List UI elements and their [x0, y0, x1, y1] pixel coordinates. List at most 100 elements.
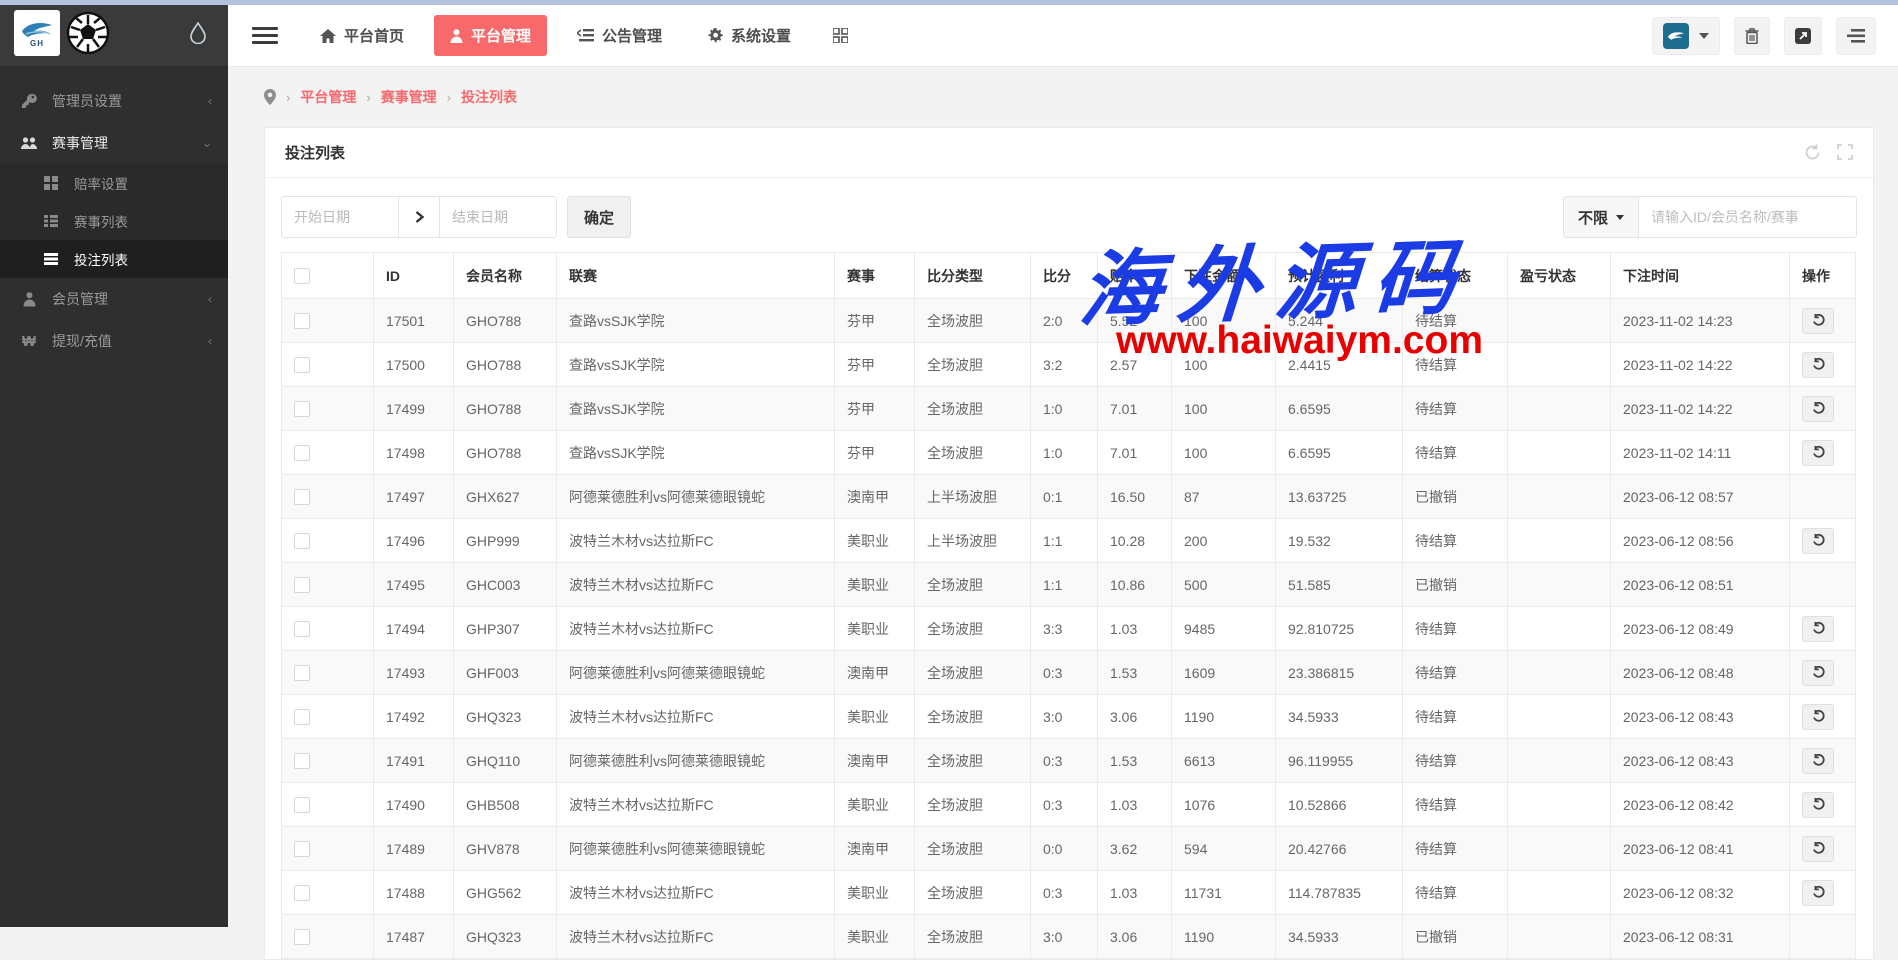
key-icon — [18, 93, 40, 109]
cell-score-type: 全场波胆 — [915, 387, 1031, 431]
sidebar-item-bet-list[interactable]: 投注列表 — [0, 240, 228, 278]
row-checkbox[interactable] — [294, 665, 310, 681]
row-checkbox[interactable] — [294, 401, 310, 417]
revoke-action-button[interactable] — [1802, 836, 1834, 862]
sidebar-item-match-management[interactable]: 赛事管理 ⌄ — [0, 122, 228, 164]
caret-down-icon — [1699, 33, 1709, 39]
revoke-action-button[interactable] — [1802, 660, 1834, 686]
revoke-action-button[interactable] — [1802, 396, 1834, 422]
apps-grid-icon[interactable] — [821, 18, 860, 53]
breadcrumb-link-platform[interactable]: 平台管理 — [300, 87, 356, 107]
cell-member-name: GHB508 — [454, 783, 557, 827]
sidebar-item-match-list[interactable]: 赛事列表 — [0, 202, 228, 240]
row-checkbox[interactable] — [294, 489, 310, 505]
cell-league: 阿德莱德胜利vs阿德莱德眼镜蛇 — [557, 827, 835, 871]
row-checkbox[interactable] — [294, 313, 310, 329]
revoke-action-button[interactable] — [1802, 704, 1834, 730]
revoke-action-button[interactable] — [1802, 880, 1834, 906]
start-date-input[interactable] — [281, 196, 399, 238]
row-checkbox[interactable] — [294, 753, 310, 769]
fullscreen-icon[interactable] — [1837, 144, 1853, 161]
revoke-action-button[interactable] — [1802, 528, 1834, 554]
nav-item-announcement-management[interactable]: 公告管理 — [561, 15, 678, 56]
external-link-button[interactable] — [1784, 17, 1822, 55]
date-range-arrow-button[interactable] — [399, 196, 439, 238]
cell-bet-time: 2023-11-02 14:11 — [1611, 431, 1790, 475]
table-row: 17499 GHO788 查路vsSJK学院 芬甲 全场波胆 1:0 7.01 … — [282, 387, 1856, 431]
cell-league: 查路vsSJK学院 — [557, 343, 835, 387]
row-checkbox[interactable] — [294, 797, 310, 813]
account-avatar — [1663, 23, 1689, 49]
refresh-icon[interactable] — [1804, 144, 1821, 161]
end-date-input[interactable] — [439, 196, 557, 238]
cell-settle-status: 待结算 — [1403, 827, 1508, 871]
cell-id: 17490 — [374, 783, 454, 827]
row-checkbox[interactable] — [294, 577, 310, 593]
trash-button[interactable] — [1734, 17, 1770, 55]
hamburger-menu-icon[interactable] — [252, 23, 278, 48]
cell-settle-status: 已撤销 — [1403, 915, 1508, 959]
row-checkbox[interactable] — [294, 841, 310, 857]
cell-league: 查路vsSJK学院 — [557, 387, 835, 431]
announcement-list-icon — [577, 29, 594, 43]
col-header-pl-status: 盈亏状态 — [1508, 253, 1611, 299]
table-row: 17497 GHX627 阿德莱德胜利vs阿德莱德眼镜蛇 澳南甲 上半场波胆 0… — [282, 475, 1856, 519]
table-row: 17490 GHB508 波特兰木材vs达拉斯FC 美职业 全场波胆 0:3 1… — [282, 783, 1856, 827]
revoke-action-button[interactable] — [1802, 748, 1834, 774]
external-link-icon — [1795, 28, 1811, 44]
bars-icon — [1847, 29, 1865, 43]
cell-score: 0:3 — [1031, 871, 1098, 915]
panel-toggle-button[interactable] — [1836, 17, 1876, 55]
cell-expected-profit: 34.5933 — [1276, 915, 1403, 959]
breadcrumb-link-match[interactable]: 赛事管理 — [381, 87, 437, 107]
cell-event: 美职业 — [835, 695, 915, 739]
cell-odds: 3.62 — [1098, 827, 1172, 871]
nav-item-system-settings[interactable]: 系统设置 — [692, 15, 807, 56]
account-dropdown-button[interactable] — [1652, 17, 1720, 55]
revoke-action-button[interactable] — [1802, 792, 1834, 818]
sidebar-item-odds-settings[interactable]: 赔率设置 — [0, 164, 228, 202]
breadcrumb-link-bet-list[interactable]: 投注列表 — [461, 87, 517, 107]
cell-odds: 1.03 — [1098, 607, 1172, 651]
cell-league: 阿德莱德胜利vs阿德莱德眼镜蛇 — [557, 475, 835, 519]
confirm-button[interactable]: 确定 — [567, 196, 631, 238]
row-checkbox[interactable] — [294, 885, 310, 901]
row-checkbox[interactable] — [294, 357, 310, 373]
cell-bet-amount: 1190 — [1172, 695, 1276, 739]
revoke-action-button[interactable] — [1802, 352, 1834, 378]
select-all-checkbox[interactable] — [294, 268, 310, 284]
row-checkbox[interactable] — [294, 533, 310, 549]
nav-item-platform-home[interactable]: 平台首页 — [304, 15, 420, 56]
home-icon — [320, 29, 336, 43]
table-row: 17498 GHO788 查路vsSJK学院 芬甲 全场波胆 1:0 7.01 … — [282, 431, 1856, 475]
table-row: 17492 GHQ323 波特兰木材vs达拉斯FC 美职业 全场波胆 3:0 3… — [282, 695, 1856, 739]
cell-member-name: GHC003 — [454, 563, 557, 607]
cell-pl-status — [1508, 519, 1611, 563]
trash-icon — [1745, 28, 1759, 44]
cell-score: 0:3 — [1031, 651, 1098, 695]
cell-id: 17492 — [374, 695, 454, 739]
sidebar-item-label: 赔率设置 — [74, 173, 128, 193]
nav-item-platform-management[interactable]: 平台管理 — [434, 15, 547, 56]
scope-dropdown-button[interactable]: 不限 — [1563, 196, 1639, 238]
row-checkbox[interactable] — [294, 709, 310, 725]
bet-list-card: 投注列表 确定 不限 — [264, 127, 1874, 960]
droplet-icon[interactable] — [190, 22, 206, 44]
revoke-action-button[interactable] — [1802, 308, 1834, 334]
brand-logo-text: GH — [30, 39, 44, 48]
sidebar-item-member-management[interactable]: 会员管理 ‹ — [0, 278, 228, 320]
cell-expected-profit: 114.787835 — [1276, 871, 1403, 915]
row-checkbox[interactable] — [294, 445, 310, 461]
revoke-action-button[interactable] — [1802, 616, 1834, 642]
sidebar-item-withdraw-recharge[interactable]: ₩ 提现/充值 ‹ — [0, 320, 228, 362]
brand-logo[interactable]: GH — [14, 10, 60, 56]
revoke-action-button[interactable] — [1802, 440, 1834, 466]
cell-expected-profit: 23.386815 — [1276, 651, 1403, 695]
row-checkbox[interactable] — [294, 929, 310, 945]
search-input[interactable] — [1639, 196, 1857, 238]
row-checkbox[interactable] — [294, 621, 310, 637]
table-row: 17500 GHO788 查路vsSJK学院 芬甲 全场波胆 3:2 2.57 … — [282, 343, 1856, 387]
sidebar: GH 管理员设置 ‹ 赛事管理 ⌄ — [0, 0, 228, 927]
sidebar-item-admin-settings[interactable]: 管理员设置 ‹ — [0, 80, 228, 122]
chevron-down-icon: ⌄ — [202, 136, 212, 150]
